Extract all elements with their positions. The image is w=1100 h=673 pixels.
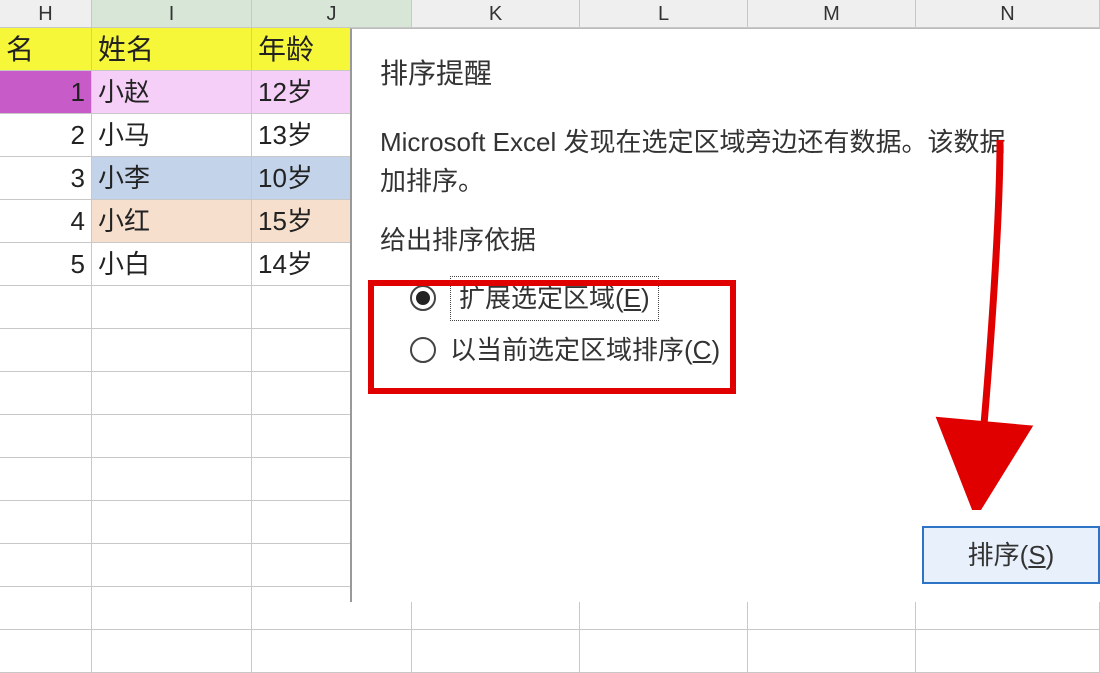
column-header-L[interactable]: L	[580, 0, 748, 28]
cell-empty[interactable]	[412, 630, 580, 673]
cell-name[interactable]: 小白	[92, 243, 252, 286]
cell-empty[interactable]	[92, 372, 252, 415]
cell-empty[interactable]	[0, 372, 92, 415]
column-header-K[interactable]: K	[412, 0, 580, 28]
cell-empty[interactable]	[0, 587, 92, 630]
cell-empty[interactable]	[916, 630, 1100, 673]
cell-empty[interactable]	[580, 630, 748, 673]
cell-header-ming[interactable]: 名	[0, 28, 92, 71]
cell-empty[interactable]	[0, 329, 92, 372]
cell-empty[interactable]	[0, 415, 92, 458]
cell-name[interactable]: 小李	[92, 157, 252, 200]
cell-empty[interactable]	[92, 587, 252, 630]
cell-empty[interactable]	[92, 501, 252, 544]
column-header-M[interactable]: M	[748, 0, 916, 28]
column-header-N[interactable]: N	[916, 0, 1100, 28]
dialog-title: 排序提醒	[380, 53, 1100, 95]
cell-index[interactable]: 5	[0, 243, 92, 286]
cell-empty[interactable]	[92, 329, 252, 372]
cell-name[interactable]: 小红	[92, 200, 252, 243]
cell-name[interactable]: 小马	[92, 114, 252, 157]
table-row	[0, 630, 1100, 673]
sort-warning-dialog: 排序提醒 Microsoft Excel 发现在选定区域旁边还有数据。该数据 加…	[350, 28, 1100, 602]
dialog-group-label: 给出排序依据	[380, 221, 1100, 260]
column-header-row: H I J K L M N	[0, 0, 1100, 28]
cell-empty[interactable]	[0, 630, 92, 673]
column-header-J[interactable]: J	[252, 0, 412, 28]
radio-current-selection[interactable]: 以当前选定区域排序(C)	[410, 324, 1100, 376]
column-header-I[interactable]: I	[92, 0, 252, 28]
cell-index[interactable]: 1	[0, 71, 92, 114]
radio-icon	[410, 285, 436, 311]
cell-empty[interactable]	[92, 415, 252, 458]
cell-empty[interactable]	[92, 630, 252, 673]
cell-empty[interactable]	[92, 458, 252, 501]
cell-empty[interactable]	[0, 544, 92, 587]
cell-empty[interactable]	[252, 630, 412, 673]
sort-button[interactable]: 排序(S)	[922, 526, 1100, 584]
cell-empty[interactable]	[92, 286, 252, 329]
dialog-message: Microsoft Excel 发现在选定区域旁边还有数据。该数据 加排序。	[380, 123, 1100, 201]
cell-name[interactable]: 小赵	[92, 71, 252, 114]
radio-label: 以当前选定区域排序(C)	[450, 331, 720, 370]
cell-header-name[interactable]: 姓名	[92, 28, 252, 71]
radio-expand-selection[interactable]: 扩展选定区域(E)	[410, 272, 1100, 324]
cell-empty[interactable]	[0, 458, 92, 501]
radio-label: 扩展选定区域(E)	[450, 276, 659, 321]
cell-index[interactable]: 3	[0, 157, 92, 200]
cell-empty[interactable]	[0, 286, 92, 329]
cell-empty[interactable]	[0, 501, 92, 544]
cell-empty[interactable]	[92, 544, 252, 587]
column-header-H[interactable]: H	[0, 0, 92, 28]
cell-index[interactable]: 4	[0, 200, 92, 243]
cell-empty[interactable]	[748, 630, 916, 673]
cell-index[interactable]: 2	[0, 114, 92, 157]
radio-icon	[410, 337, 436, 363]
